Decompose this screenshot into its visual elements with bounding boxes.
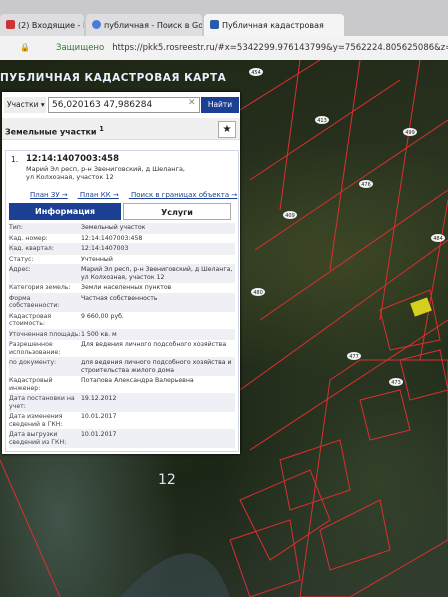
attribute-key: Дата выгрузки сведений из ГКН: [9, 431, 67, 446]
attribute-key: Разрешенное использование: [9, 341, 61, 356]
parcel-card: 1. 12:14:1407003:458 Марий Эл респ, р-н … [5, 150, 239, 452]
attribute-value: Земли населенных пунктов [81, 284, 172, 291]
map-title: ПУБЛИЧНАЯ КАДАСТРОВАЯ КАРТА [0, 72, 227, 84]
address-bar[interactable]: 🔒 Защищено https://pkk5.rosreestr.ru/#x=5… [0, 36, 448, 61]
attribute-key: Форма собственности: [9, 294, 60, 310]
attribute-key: Дата изменения сведений в ГКН: [9, 413, 63, 428]
google-icon [92, 20, 101, 29]
attribute-value: 10.01.2017 [81, 431, 117, 438]
item-number: 1. [11, 155, 19, 164]
attribute-value: Марий Эл респ, р-н Звениговский, д Шелан… [81, 266, 233, 281]
info-panel: Участки ▾ 56,020163 47,986284 ✕ Найти Зе… [2, 92, 240, 454]
attribute-row: Дата изменения сведений в ГКН: 10.01.2017 [9, 412, 235, 430]
attribute-value: Земельный участок [81, 224, 146, 231]
attribute-row: Уточненная площадь: 1 500 кв. м [9, 329, 235, 340]
attribute-key: Кадастровый инженер: [9, 377, 53, 392]
url-text[interactable]: Защищено https://pkk5.rosreestr.ru/#x=534… [56, 40, 448, 56]
find-button[interactable]: Найти [201, 97, 239, 113]
favorite-star-icon[interactable]: ★ [218, 121, 236, 138]
tab-search[interactable]: публичная - Поиск в Go [86, 14, 202, 36]
section-title: Земельные участки 1 [2, 118, 240, 140]
mail-icon [6, 20, 15, 29]
attribute-value: Для ведения личного подсобного хозяйства [81, 341, 227, 348]
attribute-row: Форма собственности: Частная собственност… [9, 293, 235, 312]
map-label: 454 [251, 70, 261, 76]
attribute-row: Кадастровый инженер: Потапова Александра … [9, 376, 235, 394]
search-type-select[interactable]: Участки ▾ [4, 97, 46, 113]
attribute-row: Категория земель: Земли населенных пункто… [9, 283, 235, 294]
attribute-key: Кадастровая стоимость: [9, 312, 52, 328]
parcel-links: План ЗУ → План КК → Поиск в границах объ… [30, 191, 247, 199]
search-row: Участки ▾ 56,020163 47,986284 ✕ Найти [2, 95, 240, 115]
attribute-row: Тип: Земельный участок [9, 223, 235, 234]
attribute-value: 1 500 кв. м [81, 330, 117, 338]
search-input[interactable]: 56,020163 47,986284 [48, 97, 200, 113]
chevron-down-icon: ▾ [40, 100, 45, 109]
attribute-row: Дата постановки на учет: 19.12.2012 [9, 394, 235, 412]
attribute-row: Кадастровая стоимость: 9 660,00 руб. [9, 312, 235, 330]
attribute-key: Уточненная площадь: [9, 330, 81, 338]
attribute-row: Дата выгрузки сведений из ГКН: 10.01.2017 [9, 430, 235, 448]
attribute-row: Кад. квартал: 12:14:1407003 [9, 244, 235, 255]
attribute-row: Статус: Учтенный [9, 255, 235, 265]
attribute-key: Кад. номер: [9, 234, 48, 242]
attribute-row: Кад. номер: 12:14:1407003:458 [9, 234, 235, 244]
map-label: 409 [285, 213, 295, 219]
link-plan-zu[interactable]: План ЗУ → [30, 191, 68, 199]
attribute-value: 9 660,00 руб. [81, 312, 124, 320]
attribute-key: Адрес: [9, 266, 31, 273]
attribute-value: 10.01.2017 [81, 413, 117, 420]
rosreestr-icon [210, 20, 219, 29]
attribute-row: по документу: для ведения личного подсобн… [9, 358, 235, 376]
attribute-key: Тип: [9, 224, 23, 231]
map-label: 413 [317, 118, 327, 124]
attribute-value: 12:14:1407003:458 [81, 234, 143, 242]
parcel-address: Марий Эл респ, р-н Звениговский, д Шелан… [26, 165, 185, 181]
link-plan-kk[interactable]: План КК → [80, 191, 119, 199]
attribute-key: Дата постановки на учет: [9, 395, 75, 410]
attribute-value: Частная собственность [81, 294, 158, 302]
attribute-value: 19.12.2012 [81, 395, 117, 402]
attribute-key: по документу: [9, 359, 57, 366]
tab-services[interactable]: Услуги [123, 203, 231, 220]
attribute-row: Адрес: Марий Эл респ, р-н Звениговский, д… [9, 265, 235, 283]
attribute-value: Учтенный [81, 255, 113, 263]
attribute-row: Разрешенное использование: Для ведения ли… [9, 340, 235, 358]
tab-cadastral-map[interactable]: Публичная кадастровая [204, 14, 344, 36]
attributes-table: Тип: Земельный участок Кад. номер: 12:14:14… [9, 223, 235, 448]
attribute-key: Категория земель: [9, 284, 71, 291]
lock-icon: 🔒 [20, 43, 30, 52]
clear-icon[interactable]: ✕ [188, 98, 196, 108]
attribute-value: для ведения личного подсобного хозяйства… [81, 359, 232, 374]
attribute-value: Потапова Александра Валерьевна [81, 377, 194, 384]
map-label: 473 [391, 380, 401, 386]
secure-label: Защищено [56, 43, 105, 53]
tab-mail[interactable]: (2) Входящие - Почт [0, 14, 84, 36]
browser-tab-bar: (2) Входящие - Почт публичная - Поиск в … [0, 0, 448, 36]
map-label: 484 [433, 236, 443, 242]
district-number: 12 [158, 472, 176, 488]
map-label: 480 [253, 290, 263, 296]
attribute-key: Кад. квартал: [9, 245, 54, 252]
attribute-key: Статус: [9, 255, 34, 263]
tab-information[interactable]: Информация [9, 203, 121, 220]
map-label: 476 [361, 182, 371, 188]
attribute-value: 12:14:1407003 [81, 245, 129, 252]
map-label: 499 [405, 130, 415, 136]
url-value: https://pkk5.rosreestr.ru/#x=5342299.976… [112, 43, 448, 53]
cad-number[interactable]: 12:14:1407003:458 [26, 154, 119, 164]
link-search-in-bounds[interactable]: Поиск в границах объекта → [131, 191, 237, 199]
map-label: 477 [349, 354, 359, 360]
